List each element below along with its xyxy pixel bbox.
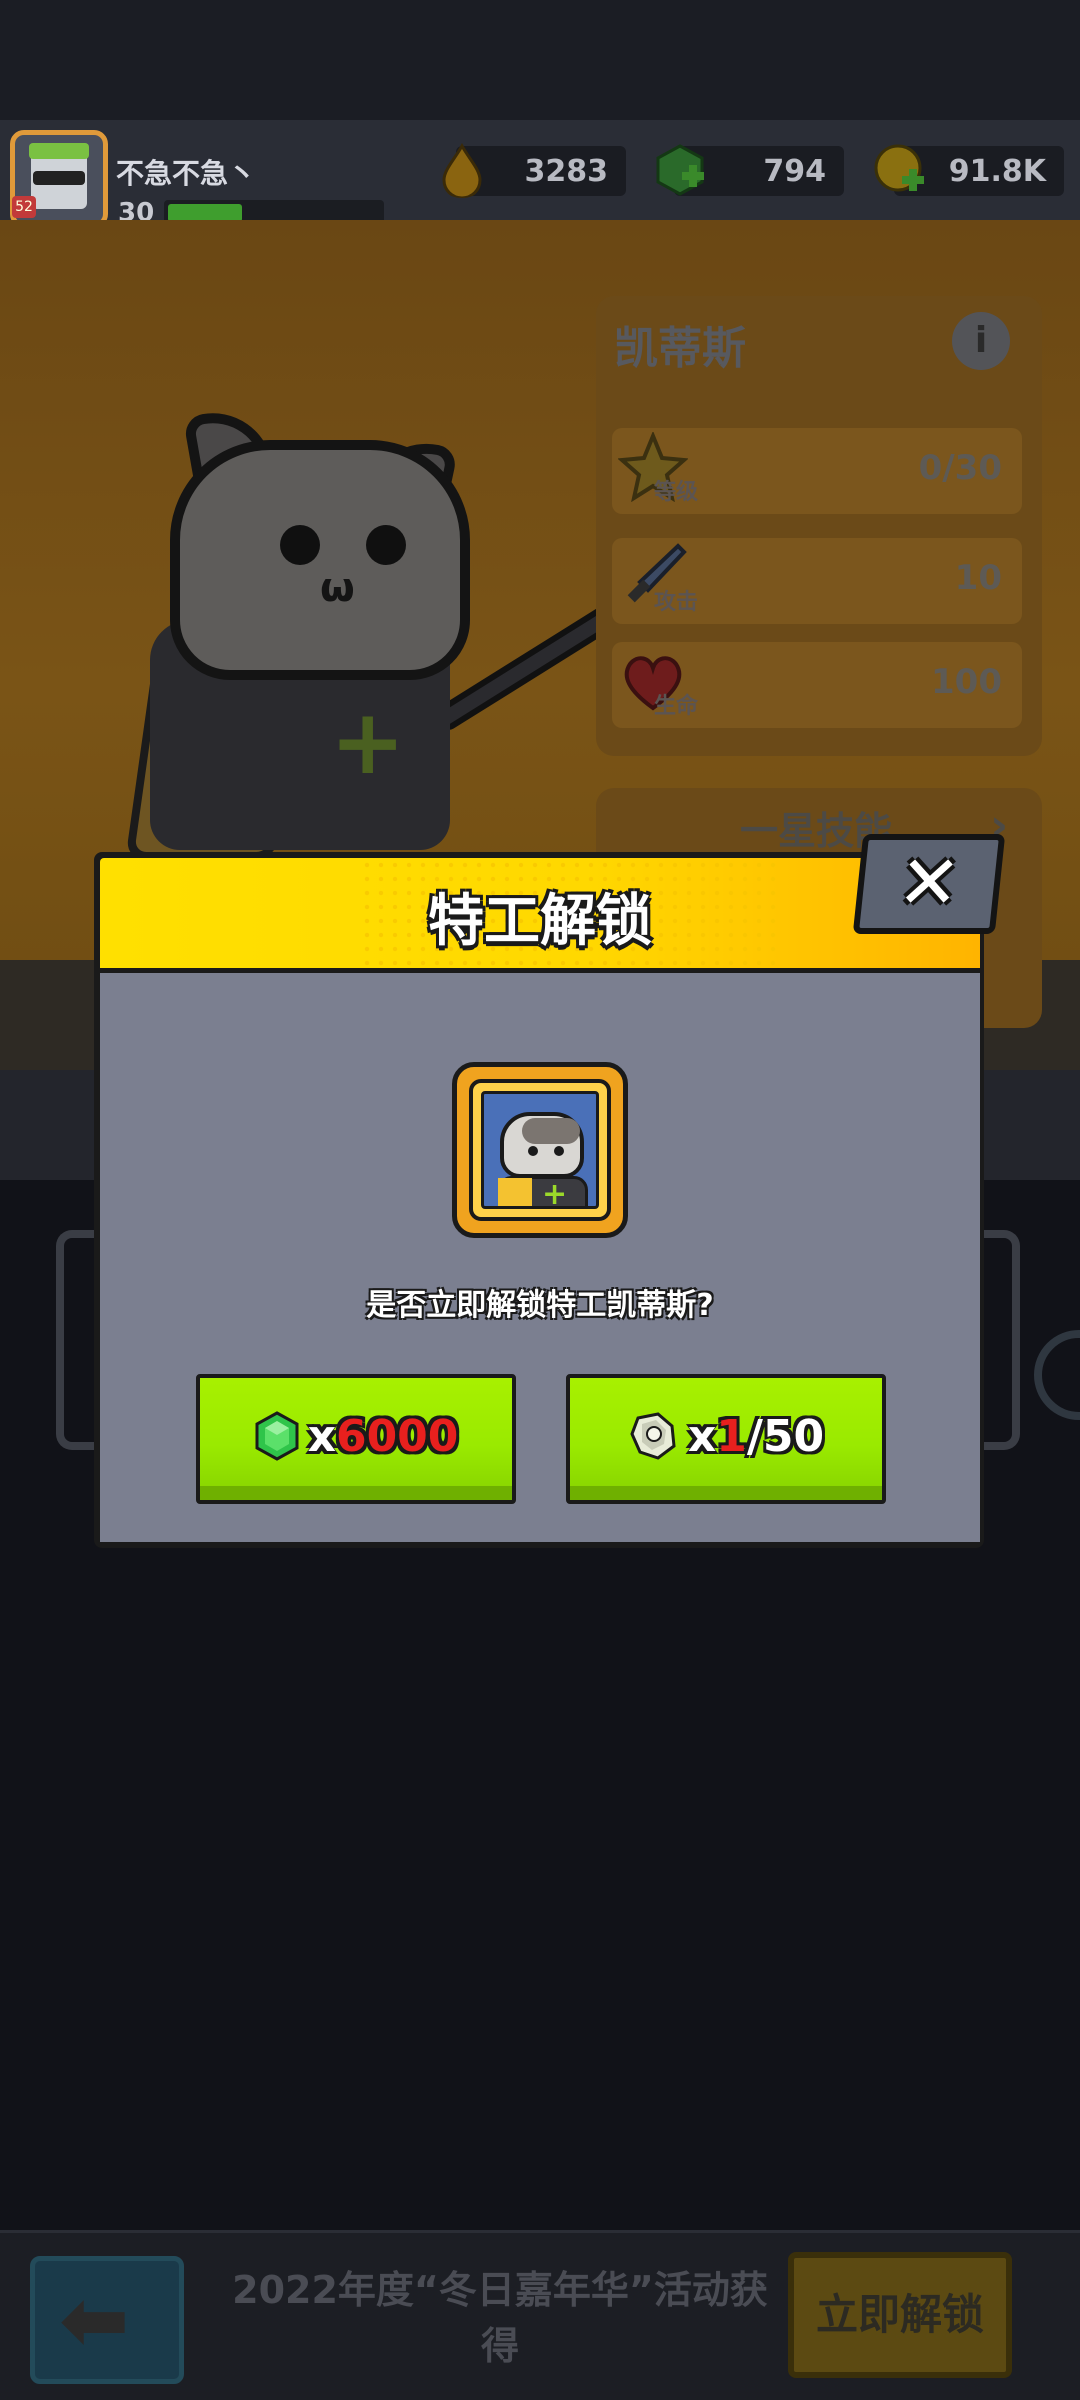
gem-cost: x6000 xyxy=(307,1410,459,1462)
avatar-hair xyxy=(29,143,89,159)
hero-mouth: ω xyxy=(320,565,355,611)
agent-cat-portrait-icon: + xyxy=(452,1062,628,1238)
coin-plus-icon xyxy=(874,144,924,192)
unlock-prompt: 是否立即解锁特工凯蒂斯? xyxy=(366,1288,714,1323)
close-button[interactable]: ✕ xyxy=(852,834,1006,934)
currency-value: 794 xyxy=(763,154,826,189)
unlock-with-shards-button[interactable]: x1/50 xyxy=(566,1374,886,1504)
side-ring-icon xyxy=(1034,1330,1080,1420)
currency-coin[interactable]: 91.8K xyxy=(874,144,1064,196)
stat-label: 生命 xyxy=(654,694,699,719)
portrait-cat-head xyxy=(500,1112,584,1178)
hero-name: 凯蒂斯 xyxy=(614,323,746,374)
button-content: x1/50 xyxy=(570,1378,882,1494)
avatar-tag: 52 xyxy=(12,196,36,218)
unlock-with-gems-button[interactable]: x6000 xyxy=(196,1374,516,1504)
portrait-cross: + xyxy=(542,1177,568,1209)
portrait-head-patch xyxy=(522,1118,580,1144)
hero-cat-head xyxy=(170,440,470,680)
hero-eye-left xyxy=(280,525,320,565)
player-name: 不急不急丶 xyxy=(116,157,257,190)
stat-row-hp: 生命 100 xyxy=(612,642,1022,728)
currency-energy[interactable]: 3283 xyxy=(442,142,626,198)
currency-value: 91.8K xyxy=(948,154,1046,189)
stat-value: 10 xyxy=(954,558,1002,598)
shard-cost: x1/50 xyxy=(687,1410,825,1462)
status-bar xyxy=(0,0,1080,120)
currency-value: 3283 xyxy=(524,154,609,189)
gem-icon xyxy=(255,1411,299,1461)
shard-icon xyxy=(630,1412,676,1460)
event-source-text: 2022年度“冬日嘉年华”活动获得 xyxy=(232,2268,768,2368)
stat-label: 等级 xyxy=(654,480,699,505)
dialog-title: 特工解锁 xyxy=(428,889,652,954)
portrait-inner-frame: + xyxy=(469,1079,611,1221)
portrait-background: + xyxy=(481,1091,599,1209)
stat-value: 0/30 xyxy=(918,448,1002,488)
stat-row-attack: 攻击 10 xyxy=(612,538,1022,624)
portrait-cape xyxy=(498,1178,532,1206)
hero-eye-right xyxy=(366,525,406,565)
back-button[interactable]: ⬅ xyxy=(30,2256,184,2384)
stat-value: 100 xyxy=(931,662,1002,702)
avatar-glasses xyxy=(33,171,85,185)
hero-cross-emblem: + xyxy=(330,690,406,795)
stat-label: 攻击 xyxy=(654,590,699,615)
energy-drop-icon xyxy=(442,142,482,198)
back-arrow-icon: ⬅ xyxy=(59,2271,130,2369)
stat-row-level: 等级 0/30 xyxy=(612,428,1022,514)
portrait-eye-left xyxy=(528,1146,538,1156)
currency-gem[interactable]: 794 xyxy=(656,144,844,196)
unlock-now-button[interactable]: 立即解锁 xyxy=(788,2252,1012,2378)
portrait-eye-right xyxy=(554,1146,564,1156)
gem-plus-icon xyxy=(656,144,704,196)
button-content: x6000 xyxy=(200,1378,512,1494)
close-icon: ✕ xyxy=(893,840,965,926)
info-icon[interactable]: i xyxy=(952,312,1010,370)
